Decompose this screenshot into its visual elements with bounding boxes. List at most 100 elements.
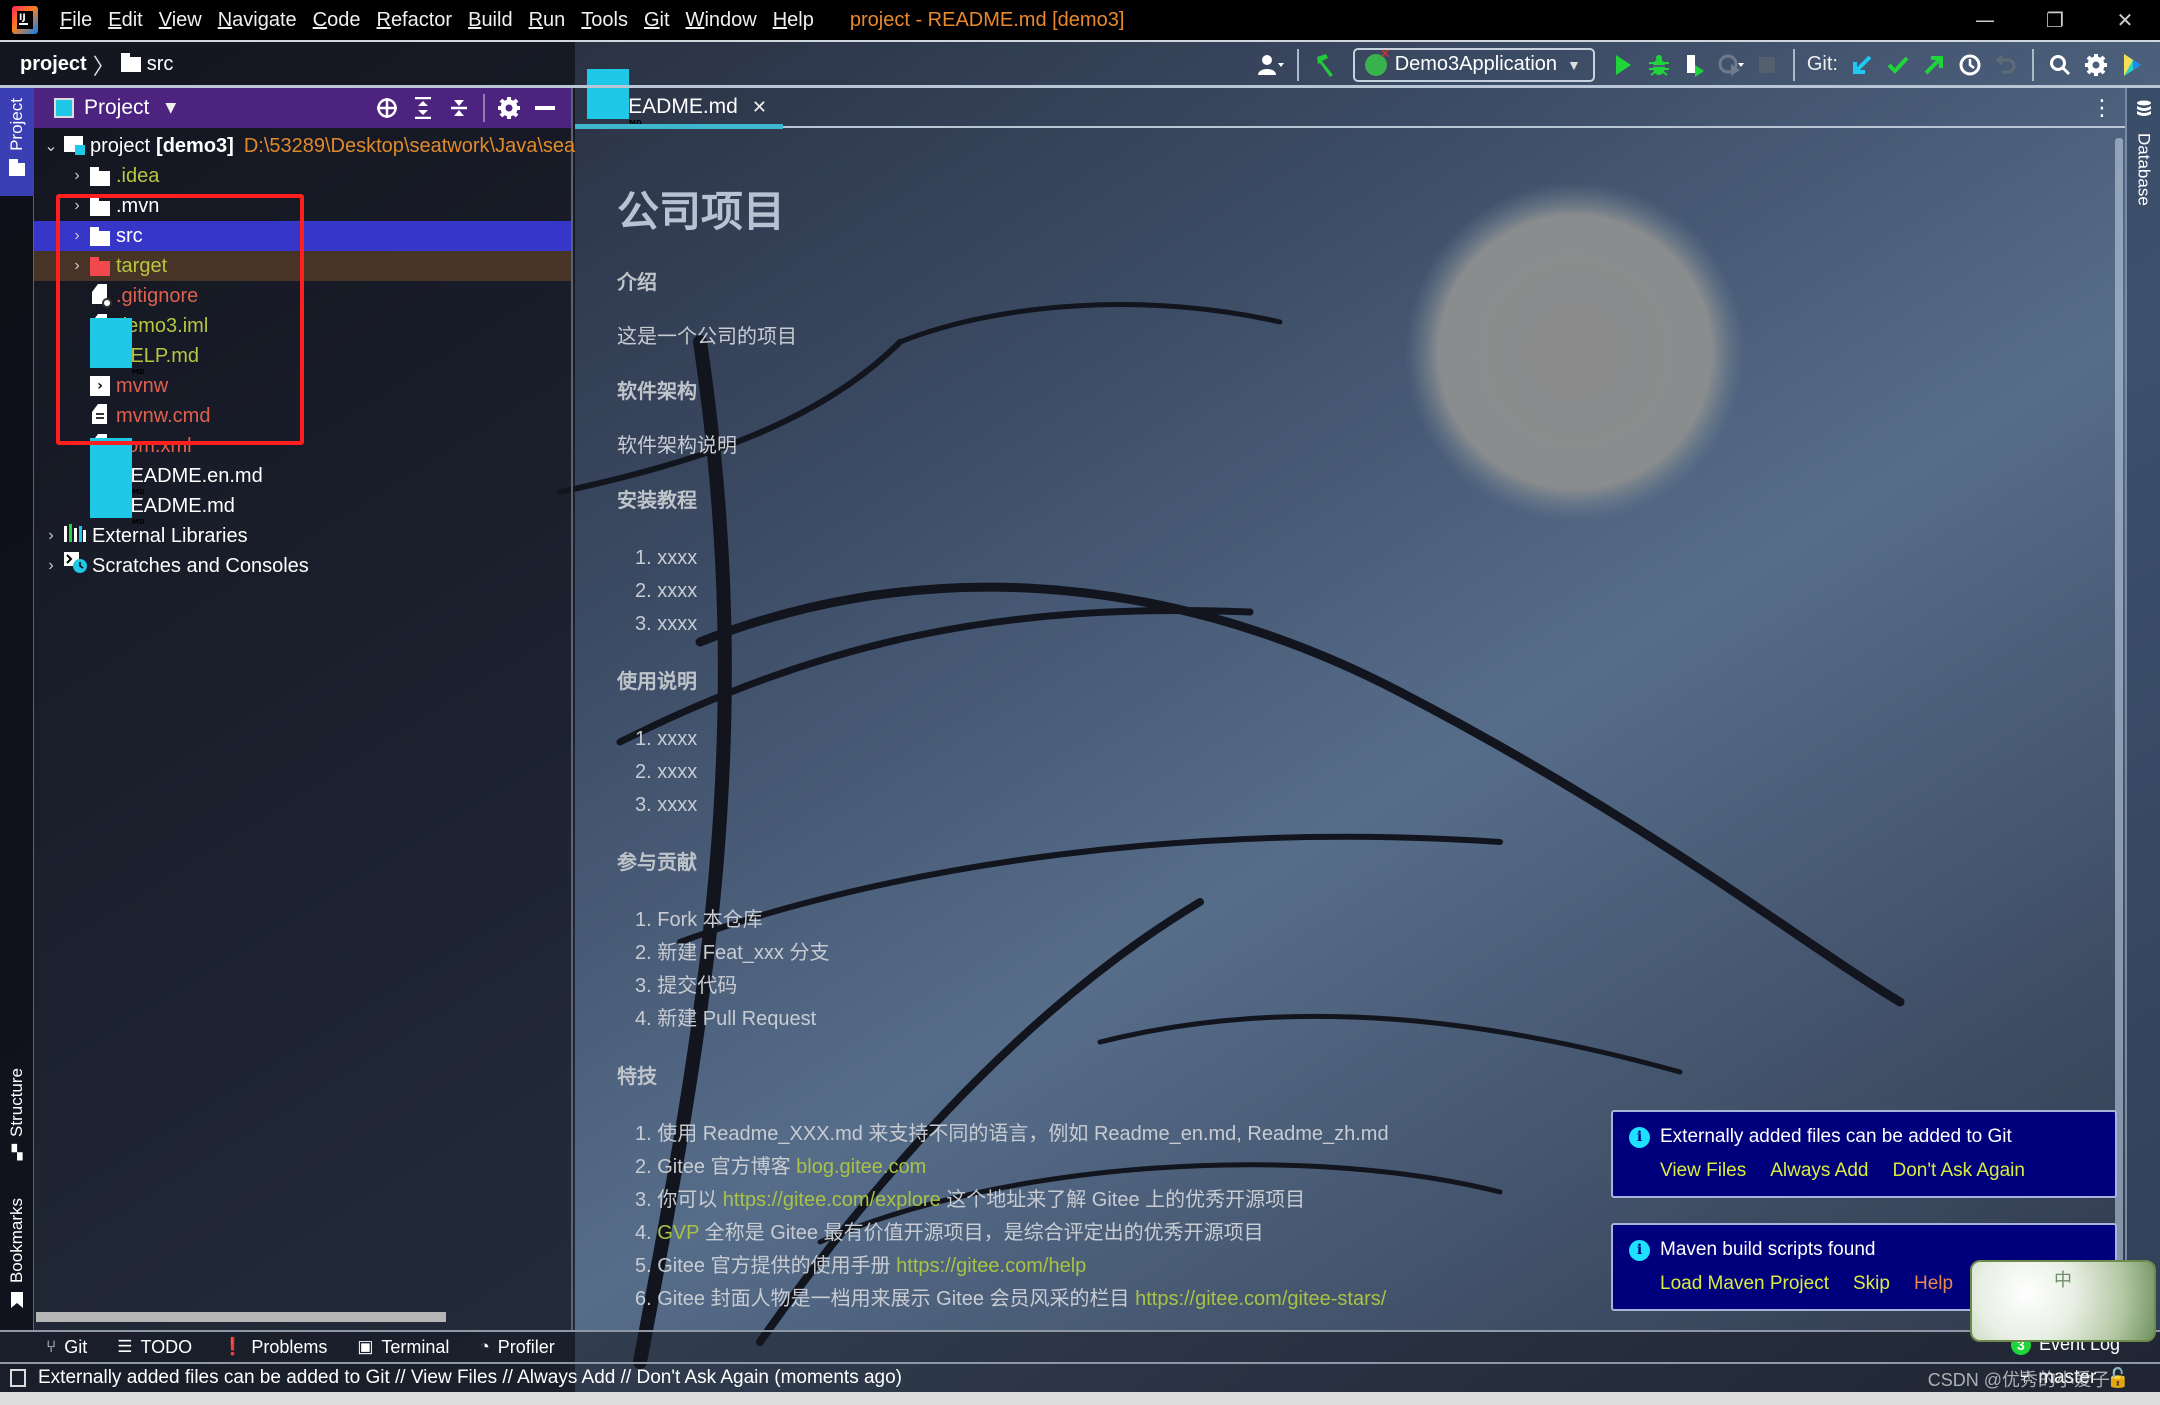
- tree-row-scratches[interactable]: › Scratches and Consoles: [34, 551, 571, 581]
- link[interactable]: https://gitee.com/help: [896, 1255, 1086, 1277]
- always-add-link[interactable]: Always Add: [1770, 1160, 1868, 1182]
- breadcrumb: project 〉 src: [20, 49, 173, 81]
- link[interactable]: https://gitee.com/gitee-stars/: [1135, 1288, 1386, 1310]
- git-commit-check-icon[interactable]: [1880, 47, 1916, 83]
- tree-row-gitignore[interactable]: .gitignore: [34, 281, 571, 311]
- chevron-right-icon[interactable]: ›: [38, 527, 64, 545]
- breadcrumb-separator: 〉: [92, 53, 115, 79]
- project-view-selector[interactable]: Project: [84, 96, 149, 120]
- database-tool-window-button[interactable]: Database: [2127, 100, 2160, 210]
- bookmarks-tool-window-button[interactable]: Bookmarks: [0, 1198, 34, 1328]
- hide-panel-minus-icon[interactable]: [527, 90, 563, 126]
- run-icon[interactable]: [1605, 47, 1641, 83]
- tree-row-src[interactable]: › src: [34, 221, 571, 251]
- rollback-icon[interactable]: [1988, 47, 2024, 83]
- locate-file-crosshair-icon[interactable]: [369, 90, 405, 126]
- list-item: 3. 提交代码: [635, 975, 738, 997]
- tree-row-help-md[interactable]: MD HELP.md: [34, 318, 571, 376]
- chevron-right-icon[interactable]: ›: [38, 557, 64, 575]
- menu-navigate[interactable]: Navigate: [210, 9, 305, 32]
- structure-tool-window-button[interactable]: Structure ▚: [0, 1068, 34, 1178]
- close-window-button[interactable]: ✕: [2090, 0, 2160, 41]
- profiler-tool-button[interactable]: ◔ Profiler: [479, 1337, 554, 1358]
- profiler-icon[interactable]: [1713, 47, 1749, 83]
- collapse-all-icon[interactable]: [441, 90, 477, 126]
- git-tool-button[interactable]: ⑂ Git: [46, 1337, 87, 1358]
- run-with-coverage-icon[interactable]: [1677, 47, 1713, 83]
- watermark-text: CSDN @优秀的小爱子: [1927, 1370, 2110, 1390]
- link[interactable]: GVP: [657, 1222, 699, 1244]
- chevron-down-icon[interactable]: ▼: [165, 100, 176, 116]
- debug-bug-icon[interactable]: [1641, 47, 1677, 83]
- breadcrumb-src[interactable]: src: [147, 53, 174, 76]
- menu-help[interactable]: Help: [765, 9, 822, 32]
- menu-view[interactable]: View: [151, 9, 210, 32]
- help-link[interactable]: Help: [1914, 1273, 1953, 1295]
- tree-row-project-root[interactable]: ⌄ project [demo3] D:\53289\Desktop\seatw…: [34, 131, 575, 161]
- user-icon[interactable]: [1253, 47, 1289, 83]
- menu-file[interactable]: File: [52, 9, 100, 32]
- chevron-down-icon[interactable]: ⌄: [38, 136, 64, 156]
- skip-link[interactable]: Skip: [1853, 1273, 1890, 1295]
- tab-readme-md[interactable]: MD README.md ✕: [575, 69, 783, 129]
- stop-icon[interactable]: [1749, 47, 1785, 83]
- chevron-right-icon[interactable]: ›: [64, 257, 90, 275]
- link[interactable]: https://gitee.com/explore: [723, 1189, 941, 1211]
- status-message[interactable]: Externally added files can be added to G…: [38, 1367, 902, 1389]
- tree-row-target[interactable]: › target: [34, 251, 571, 281]
- build-hammer-icon[interactable]: [1307, 47, 1343, 83]
- todo-tool-button[interactable]: ☰ TODO: [117, 1337, 192, 1358]
- chevron-right-icon[interactable]: ›: [64, 227, 90, 245]
- load-maven-project-link[interactable]: Load Maven Project: [1660, 1273, 1829, 1295]
- tree-row-idea[interactable]: › .idea: [34, 161, 571, 191]
- settings-gear-icon[interactable]: [2078, 47, 2114, 83]
- menu-refactor[interactable]: Refactor: [368, 9, 460, 32]
- close-tab-icon[interactable]: ✕: [752, 97, 767, 118]
- section-heading: 使用说明: [617, 671, 697, 693]
- breadcrumb-project[interactable]: project: [20, 53, 87, 76]
- history-clock-icon[interactable]: [1952, 47, 1988, 83]
- text-file-icon: [90, 404, 110, 428]
- tree-row-external-libraries[interactable]: › External Libraries: [34, 521, 571, 551]
- right-tool-stripe: Database: [2125, 88, 2160, 1330]
- menu-git[interactable]: Git: [636, 9, 678, 32]
- bookmarks-stripe-label: Bookmarks: [7, 1198, 26, 1284]
- menu-tools[interactable]: Tools: [573, 9, 636, 32]
- excluded-folder-icon: [90, 256, 110, 276]
- ime-sticker-overlay[interactable]: 中: [1970, 1260, 2156, 1342]
- link[interactable]: blog.gitee.com: [796, 1156, 926, 1178]
- settings-gear-icon[interactable]: [491, 90, 527, 126]
- terminal-tool-button[interactable]: ▣ Terminal: [357, 1337, 449, 1358]
- list-item: 4. 新建 Pull Request: [635, 1008, 817, 1030]
- toggle-tool-windows-icon[interactable]: [10, 1369, 26, 1387]
- restore-button[interactable]: ❐: [2020, 0, 2090, 41]
- git-update-icon[interactable]: [1844, 47, 1880, 83]
- problems-tool-button[interactable]: ❗ Problems: [222, 1337, 327, 1358]
- vertical-scrollbar[interactable]: [2115, 138, 2123, 1278]
- menu-window[interactable]: Window: [678, 9, 765, 32]
- tree-row-mvn[interactable]: › .mvn: [34, 191, 571, 221]
- more-options-icon[interactable]: ⋮: [2091, 96, 2113, 121]
- project-tool-window-button[interactable]: Project: [0, 88, 34, 196]
- expand-all-icon[interactable]: [405, 90, 441, 126]
- view-files-link[interactable]: View Files: [1660, 1160, 1746, 1182]
- run-configuration-dropdown[interactable]: Demo3Application ▼: [1352, 46, 1595, 82]
- dont-ask-again-link[interactable]: Don't Ask Again: [1892, 1160, 2025, 1182]
- tree-row-readme-md[interactable]: MD README.md: [34, 468, 571, 526]
- menu-edit[interactable]: Edit: [100, 9, 150, 32]
- chevron-right-icon[interactable]: ›: [64, 197, 90, 215]
- horizontal-scrollbar[interactable]: [36, 1312, 446, 1322]
- tree-row-mvnw[interactable]: › mvnw: [34, 371, 571, 401]
- menu-build[interactable]: Build: [460, 9, 520, 32]
- menu-code[interactable]: Code: [305, 9, 369, 32]
- search-icon[interactable]: [2042, 47, 2078, 83]
- chevron-right-icon[interactable]: ›: [64, 167, 90, 185]
- jetbrains-toolbox-icon[interactable]: [2114, 47, 2150, 83]
- markdown-file-icon: MD: [90, 318, 145, 376]
- section-heading: 参与贡献: [617, 852, 697, 874]
- editor-tab-bar: MD README.md ✕ ⋮: [575, 69, 2125, 129]
- minimize-button[interactable]: —: [1950, 0, 2020, 41]
- git-push-icon[interactable]: [1916, 47, 1952, 83]
- menu-run[interactable]: Run: [521, 9, 574, 32]
- tree-row-mvnw-cmd[interactable]: mvnw.cmd: [34, 401, 571, 431]
